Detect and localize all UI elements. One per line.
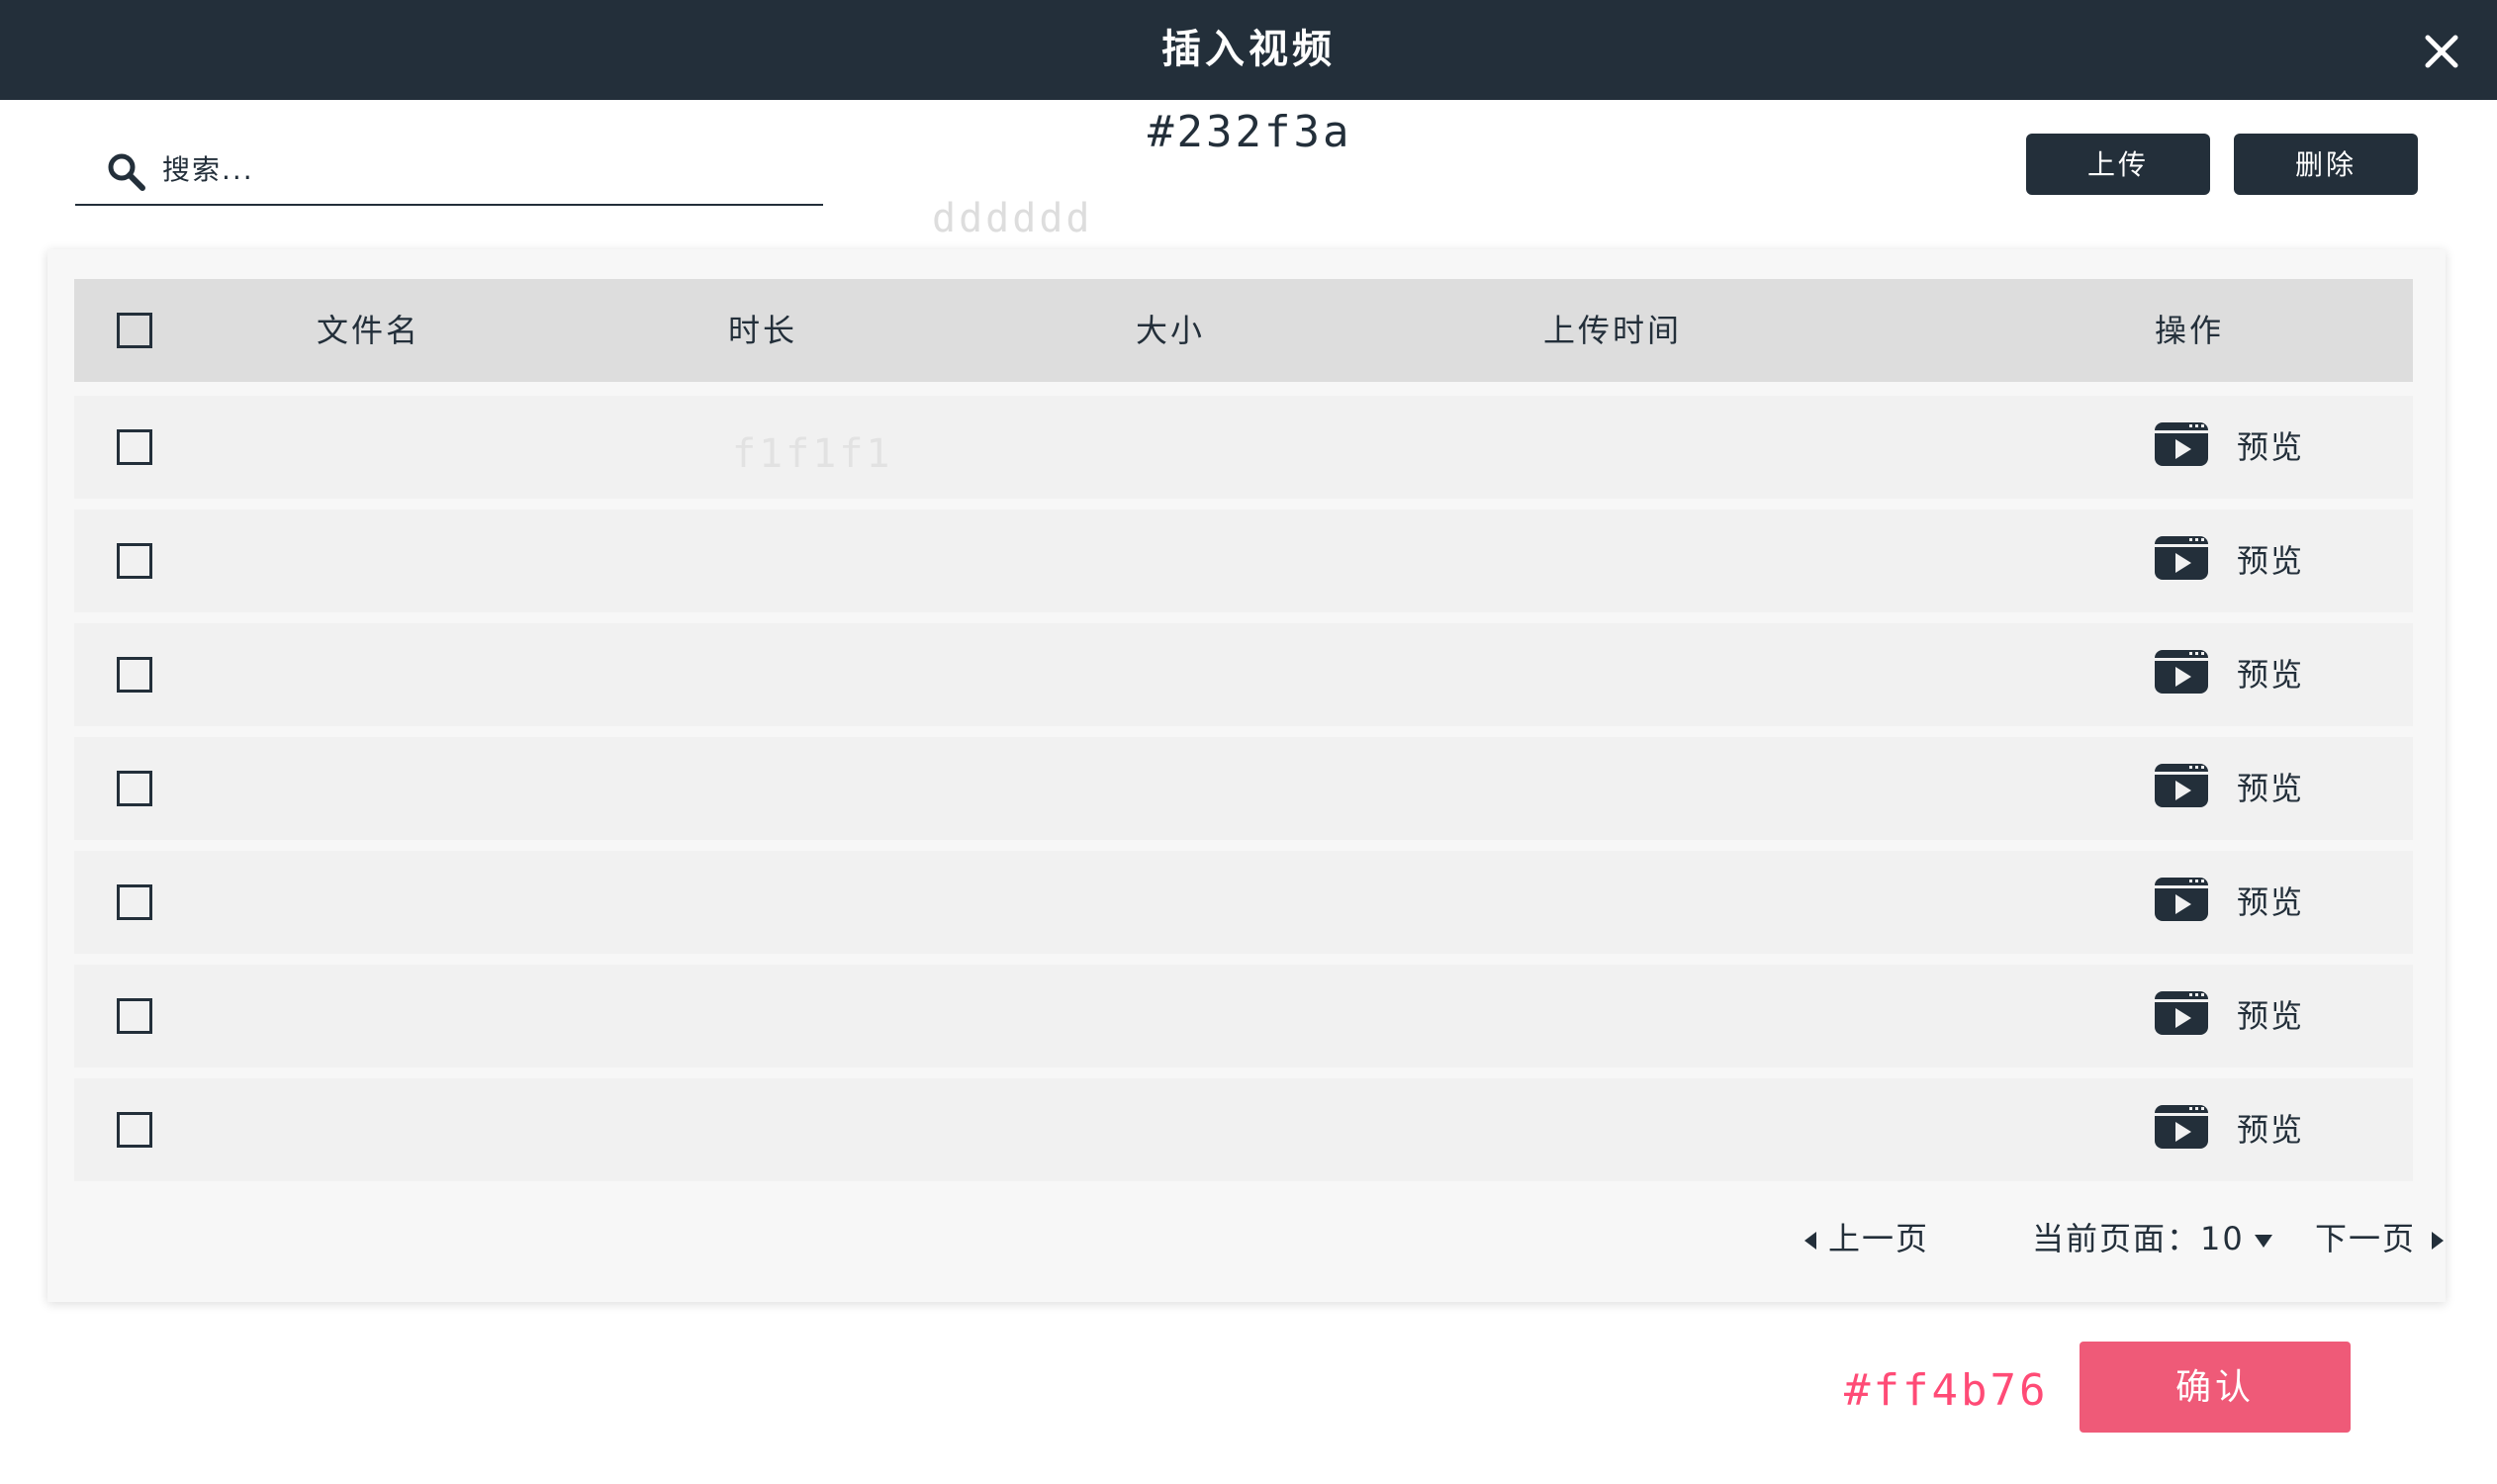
current-page-indicator: 当前页面：10 xyxy=(2032,1211,2272,1266)
header-color-annotation: #232f3a xyxy=(1148,107,1352,157)
preview-label: 预览 xyxy=(2237,428,2305,466)
preview-button[interactable]: 预览 xyxy=(2154,1102,2332,1158)
preview-button[interactable]: 预览 xyxy=(2154,988,2332,1044)
table-row: 预览 xyxy=(74,396,2413,499)
table-row: 预览 xyxy=(74,623,2413,726)
column-header-duration: 时长 xyxy=(728,312,798,349)
border-color-annotation: dddddd xyxy=(932,196,1093,241)
preview-button[interactable]: 预览 xyxy=(2154,647,2332,702)
confirm-button[interactable]: 确认 xyxy=(2080,1342,2351,1433)
column-header-size: 大小 xyxy=(1136,312,1206,349)
next-page-label: 下一页 xyxy=(2315,1220,2417,1257)
row-checkbox[interactable] xyxy=(117,657,152,693)
row-checkbox[interactable] xyxy=(117,998,152,1034)
page-select[interactable]: 10 xyxy=(2200,1220,2272,1257)
search-icon xyxy=(108,153,145,191)
current-page-label: 当前页面： xyxy=(2032,1220,2201,1257)
row-checkbox[interactable] xyxy=(117,884,152,920)
table-header: 文件名 时长 大小 上传时间 操作 xyxy=(74,279,2413,382)
close-button[interactable] xyxy=(2420,30,2463,73)
select-all-checkbox[interactable] xyxy=(117,313,152,348)
preview-button[interactable]: 预览 xyxy=(2154,761,2332,816)
table-row: 预览 xyxy=(74,851,2413,954)
delete-button[interactable]: 删除 xyxy=(2234,134,2418,195)
preview-label: 预览 xyxy=(2237,770,2305,807)
video-play-icon xyxy=(2155,1105,2208,1149)
column-header-actions: 操作 xyxy=(2155,312,2225,349)
next-page-button[interactable]: 下一页 xyxy=(2315,1211,2445,1266)
video-play-icon xyxy=(2155,878,2208,921)
preview-label: 预览 xyxy=(2237,883,2305,921)
video-play-icon xyxy=(2155,991,2208,1035)
caret-right-icon xyxy=(2432,1232,2445,1250)
row-checkbox[interactable] xyxy=(117,1112,152,1148)
preview-button[interactable]: 预览 xyxy=(2154,419,2332,475)
preview-button[interactable]: 预览 xyxy=(2154,533,2332,589)
preview-label: 预览 xyxy=(2237,656,2305,694)
table-row: 预览 xyxy=(74,1078,2413,1181)
column-header-upload-time: 上传时间 xyxy=(1543,312,1683,349)
row-checkbox[interactable] xyxy=(117,429,152,465)
accent-color-annotation: #ff4b76 xyxy=(1844,1365,2049,1416)
search-input[interactable] xyxy=(160,144,793,194)
current-page-number: 10 xyxy=(2200,1220,2245,1257)
table-row: 预览 xyxy=(74,510,2413,612)
search-box xyxy=(75,133,823,206)
preview-button[interactable]: 预览 xyxy=(2154,875,2332,930)
table-row: 预览 xyxy=(74,965,2413,1067)
preview-label: 预览 xyxy=(2237,997,2305,1035)
video-play-icon xyxy=(2155,422,2208,466)
column-header-filename: 文件名 xyxy=(317,312,421,349)
file-table-panel: 文件名 时长 大小 上传时间 操作 预览 预览 预览 预览 预览 预览 预览 上一页 当前页… xyxy=(47,249,2446,1302)
dialog-header: 插入视频 xyxy=(0,0,2497,100)
caret-left-icon xyxy=(1804,1232,1816,1250)
row-color-annotation: f1f1f1 xyxy=(732,431,893,477)
row-checkbox[interactable] xyxy=(117,543,152,579)
close-icon xyxy=(2425,35,2458,68)
caret-down-icon xyxy=(2254,1234,2272,1248)
video-play-icon xyxy=(2155,764,2208,807)
dialog-title: 插入视频 xyxy=(1161,27,1336,72)
row-checkbox[interactable] xyxy=(117,771,152,806)
video-play-icon xyxy=(2155,650,2208,694)
preview-label: 预览 xyxy=(2237,542,2305,580)
preview-label: 预览 xyxy=(2237,1111,2305,1149)
table-row: 预览 xyxy=(74,737,2413,840)
upload-button[interactable]: 上传 xyxy=(2026,134,2210,195)
prev-page-label: 上一页 xyxy=(1828,1220,1930,1257)
video-play-icon xyxy=(2155,536,2208,580)
prev-page-button[interactable]: 上一页 xyxy=(1804,1211,1929,1266)
